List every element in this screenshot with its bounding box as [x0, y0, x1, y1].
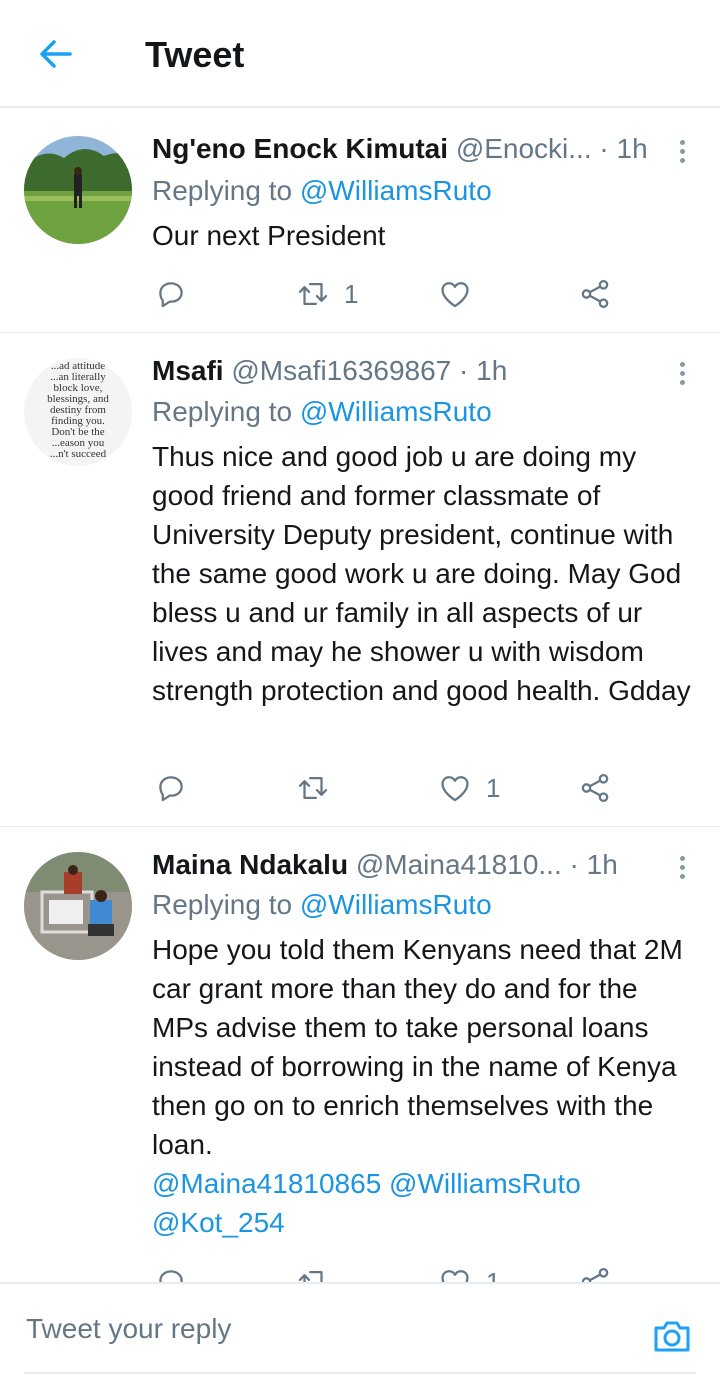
- more-icon: [672, 362, 692, 385]
- tweet-item[interactable]: Ng'eno Enock Kimutai @Enocki... · 1h Rep…: [0, 110, 720, 333]
- svg-text:...n't succeed: ...n't succeed: [50, 448, 107, 460]
- retweet-icon: [296, 771, 330, 805]
- avatar-photo: [24, 136, 132, 244]
- top-app-bar: Tweet: [0, 0, 720, 108]
- like-button[interactable]: 1: [438, 768, 500, 808]
- author-handle[interactable]: @Enocki...: [456, 133, 592, 164]
- more-options-button[interactable]: [672, 358, 692, 392]
- share-button[interactable]: [578, 274, 612, 314]
- mention-link[interactable]: @Kot_254: [152, 1207, 285, 1238]
- camera-icon: [654, 1321, 690, 1352]
- back-arrow-icon: [40, 40, 72, 68]
- camera-button[interactable]: [650, 1314, 694, 1358]
- timestamp: · 1h: [599, 133, 648, 164]
- reply-icon: [154, 277, 188, 311]
- author-handle[interactable]: @Maina41810...: [356, 849, 562, 880]
- tweet-text: Hope you told them Kenyans need that 2M …: [152, 934, 683, 1238]
- share-icon: [578, 771, 612, 805]
- retweet-button[interactable]: [296, 768, 344, 808]
- more-options-button[interactable]: [672, 852, 692, 886]
- retweet-button[interactable]: 1: [296, 274, 358, 314]
- more-icon: [672, 856, 692, 879]
- tweet-text: Thus nice and good job u are doing my go…: [152, 441, 691, 706]
- replying-to: Replying to @WilliamsRuto: [152, 889, 492, 920]
- retweet-icon: [296, 277, 330, 311]
- avatar[interactable]: ...ad attitude ...an literally block lov…: [24, 358, 132, 466]
- like-button[interactable]: [438, 274, 486, 314]
- reply-composer: [0, 1282, 720, 1377]
- reply-to-handle-link[interactable]: @WilliamsRuto: [300, 889, 492, 920]
- reply-icon: [154, 771, 188, 805]
- tweet-text: Our next President: [152, 220, 386, 251]
- reply-button[interactable]: [154, 274, 188, 314]
- avatar-photo: ...ad attitude ...an literally block lov…: [24, 358, 132, 466]
- author-handle[interactable]: @Msafi16369867: [231, 355, 451, 386]
- reply-to-handle-link[interactable]: @WilliamsRuto: [300, 396, 492, 427]
- replying-to: Replying to @WilliamsRuto: [152, 175, 492, 206]
- tweet-actions: 1: [152, 274, 632, 314]
- more-options-button[interactable]: [672, 136, 692, 170]
- avatar[interactable]: [24, 852, 132, 960]
- retweet-count: 1: [344, 278, 359, 309]
- replying-to: Replying to @WilliamsRuto: [152, 396, 492, 427]
- reply-button[interactable]: [154, 768, 188, 808]
- like-icon: [438, 771, 472, 805]
- tweet-item[interactable]: Maina Ndakalu @Maina41810... · 1h Replyi…: [0, 826, 720, 1297]
- mention-link[interactable]: @WilliamsRuto: [389, 1168, 581, 1199]
- tweet-actions: 1: [152, 768, 632, 808]
- back-button[interactable]: [36, 34, 76, 74]
- timestamp: · 1h: [459, 355, 508, 386]
- avatar[interactable]: [24, 136, 132, 244]
- reply-to-handle-link[interactable]: @WilliamsRuto: [300, 175, 492, 206]
- author-name[interactable]: Maina Ndakalu: [152, 849, 348, 880]
- timestamp: · 1h: [569, 849, 618, 880]
- page-title: Tweet: [145, 34, 245, 75]
- tweet-header: Msafi @Msafi16369867 · 1h: [152, 354, 664, 388]
- author-name[interactable]: Msafi: [152, 355, 224, 386]
- reply-input[interactable]: [24, 1306, 628, 1352]
- tweet-item[interactable]: ...ad attitude ...an literally block lov…: [0, 332, 720, 827]
- like-icon: [438, 277, 472, 311]
- mention-link[interactable]: @Maina41810865: [152, 1168, 381, 1199]
- share-button[interactable]: [578, 768, 612, 808]
- like-count: 1: [486, 772, 501, 803]
- tweet-header: Maina Ndakalu @Maina41810... · 1h: [152, 848, 664, 882]
- avatar-photo: [24, 852, 132, 960]
- share-icon: [578, 277, 612, 311]
- tweet-header: Ng'eno Enock Kimutai @Enocki... · 1h: [152, 132, 664, 166]
- author-name[interactable]: Ng'eno Enock Kimutai: [152, 133, 448, 164]
- more-icon: [672, 140, 692, 163]
- input-underline: [24, 1372, 696, 1374]
